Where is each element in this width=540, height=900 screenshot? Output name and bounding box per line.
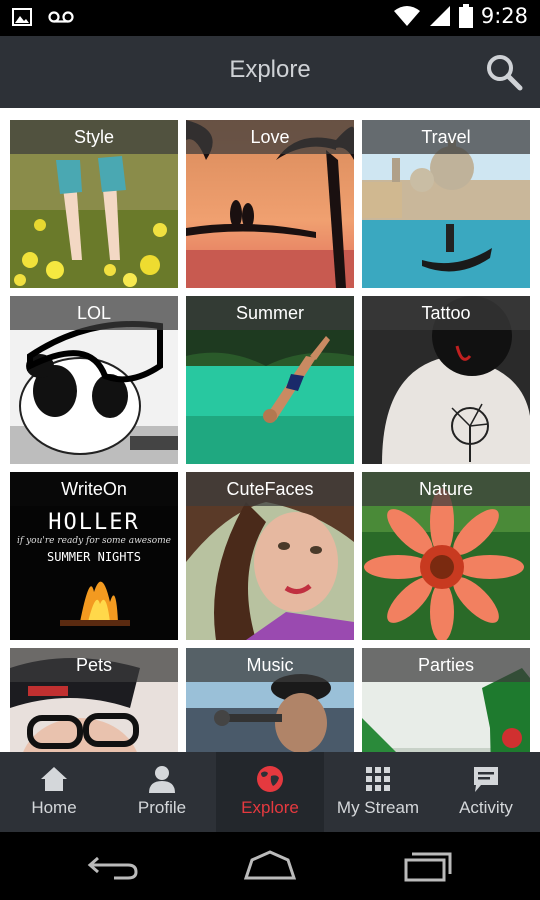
search-icon[interactable] [484,52,524,92]
category-label: Style [10,120,178,154]
category-label: Summer [186,296,354,330]
category-tile-parties[interactable]: Parties [362,648,530,752]
tab-label: Profile [137,798,187,817]
writeon-line1: HOLLER [48,510,140,535]
writeon-line3: SUMMER NIGHTS [47,550,141,564]
back-icon[interactable] [84,850,144,882]
app-header: Explore [0,36,540,108]
home-nav-icon[interactable] [240,850,300,882]
category-tile-style[interactable]: Style [10,120,178,288]
tab-home[interactable]: Home [0,752,108,832]
category-tile-cutefaces[interactable]: CuteFaces [186,472,354,640]
category-tile-writeon[interactable]: HOLLER if you're ready for some awesome … [10,472,178,640]
writeon-line2: if you're ready for some awesome [17,536,171,546]
voicemail-icon [48,11,74,23]
system-nav-bar [0,832,540,900]
image-icon [12,8,32,26]
category-tile-tattoo[interactable]: Tattoo [362,296,530,464]
category-tile-nature[interactable]: Nature [362,472,530,640]
category-label: CuteFaces [186,472,354,506]
category-label: Nature [362,472,530,506]
category-label: Music [186,648,354,682]
tab-label: Activity [459,798,513,817]
bottom-tab-bar: Home Profile Explore My Stream Activity [0,752,540,832]
category-label: Travel [362,120,530,154]
status-time: 9:28 [480,4,528,28]
tab-label: Explore [241,798,299,817]
category-label: Tattoo [362,296,530,330]
person-icon [149,766,175,793]
category-tile-pets[interactable]: Pets [10,648,178,752]
category-label: Love [186,120,354,154]
category-label: WriteOn [10,472,178,506]
battery-icon [458,4,473,28]
grid-icon [366,767,390,791]
category-label: Pets [10,648,178,682]
home-icon [41,767,67,791]
tab-explore[interactable]: Explore [216,752,324,832]
status-bar: 9:28 [0,0,540,36]
page-title: Explore [229,56,311,83]
category-tile-love[interactable]: Love [186,120,354,288]
category-label: LOL [10,296,178,330]
category-grid: Style Love Travel LOL Summer Tattoo HOLL… [0,108,540,752]
wifi-icon [393,6,420,26]
signal-icon [429,6,450,26]
category-tile-music[interactable]: Music [186,648,354,752]
category-tile-lol[interactable]: LOL [10,296,178,464]
globe-icon [257,766,283,792]
tab-my-stream[interactable]: My Stream [324,752,432,832]
category-label: Parties [362,648,530,682]
tab-profile[interactable]: Profile [108,752,216,832]
chat-icon [474,767,498,792]
tab-label: Home [31,798,77,817]
category-tile-summer[interactable]: Summer [186,296,354,464]
tab-activity[interactable]: Activity [432,752,540,832]
recents-icon[interactable] [398,850,458,882]
tab-label: My Stream [336,798,420,817]
category-tile-travel[interactable]: Travel [362,120,530,288]
